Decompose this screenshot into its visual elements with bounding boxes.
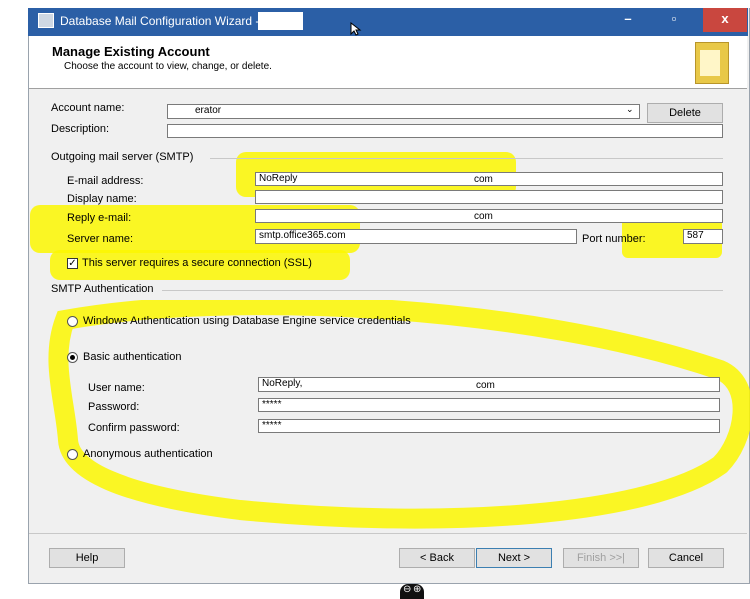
basic-auth-radio[interactable] [67, 352, 78, 363]
back-button[interactable]: < Back [399, 548, 475, 568]
auth-group-divider [162, 290, 723, 291]
confirm-password-label: Confirm password: [88, 422, 180, 434]
port-number-label: Port number: [582, 233, 646, 245]
port-number-field[interactable]: 587 [683, 229, 723, 244]
basic-auth-label: Basic authentication [83, 351, 182, 363]
help-button[interactable]: Help [49, 548, 125, 568]
mouse-cursor-icon [350, 22, 362, 36]
cancel-button[interactable]: Cancel [648, 548, 724, 568]
reply-redaction-mask [256, 210, 471, 222]
minimize-button[interactable]: – [613, 8, 643, 32]
radio-selected-dot [70, 355, 75, 360]
email-label: E-mail address: [67, 175, 144, 187]
password-field[interactable]: ***** [258, 398, 720, 412]
ssl-label: This server requires a secure connection… [82, 257, 312, 269]
windows-auth-label: Windows Authentication using Database En… [83, 315, 411, 327]
username-value-suffix: com [476, 380, 495, 391]
footer-divider [29, 533, 747, 534]
password-label: Password: [88, 401, 140, 413]
envelope-icon [700, 50, 720, 76]
email-redaction-mask [300, 173, 470, 185]
window-title: Database Mail Configuration Wizard - [60, 14, 260, 28]
ssl-checkbox[interactable]: ✓ [67, 258, 78, 269]
server-name-field[interactable]: smtp.office365.com [255, 229, 577, 244]
account-name-value: erator [195, 105, 222, 116]
windows-auth-radio[interactable] [67, 316, 78, 327]
zoom-out-icon[interactable]: ⊖ [403, 584, 411, 595]
anonymous-auth-label: Anonymous authentication [83, 448, 213, 460]
chevron-down-icon[interactable]: ⌄ [626, 104, 634, 115]
zoom-in-icon[interactable]: ⊕ [413, 584, 421, 595]
highlight-auth-ellipse [48, 300, 750, 529]
close-button[interactable]: x [703, 8, 747, 32]
delete-button[interactable]: Delete [647, 103, 723, 123]
smtp-group-divider [210, 158, 723, 159]
page-subtitle: Choose the account to view, change, or d… [64, 61, 272, 72]
display-name-label: Display name: [67, 193, 137, 205]
server-name-label: Server name: [67, 233, 134, 245]
description-label: Description: [51, 123, 110, 135]
redaction-mask [258, 12, 303, 30]
email-value-prefix: NoReply [259, 173, 298, 184]
smtp-group-label: Outgoing mail server (SMTP) [51, 151, 194, 163]
description-field[interactable] [167, 124, 723, 138]
database-mail-icon [38, 13, 54, 28]
email-value-suffix: com [474, 174, 493, 185]
display-name-field[interactable] [255, 190, 723, 204]
username-value-prefix: NoReply, [262, 378, 303, 389]
page-title: Manage Existing Account [52, 44, 210, 59]
account-name-dropdown[interactable]: erator [167, 104, 640, 119]
anonymous-auth-radio[interactable] [67, 449, 78, 460]
finish-button[interactable]: Finish >>| [563, 548, 639, 568]
reply-email-label: Reply e-mail: [67, 212, 132, 224]
confirm-password-field[interactable]: ***** [258, 419, 720, 433]
maximize-button[interactable]: ▫ [659, 8, 689, 32]
auth-group-label: SMTP Authentication [51, 283, 154, 295]
account-name-label: Account name: [51, 102, 125, 114]
next-button[interactable]: Next > [476, 548, 552, 568]
reply-email-value-suffix: com [474, 211, 493, 222]
username-label: User name: [88, 382, 145, 394]
username-redaction-mask [304, 378, 472, 391]
